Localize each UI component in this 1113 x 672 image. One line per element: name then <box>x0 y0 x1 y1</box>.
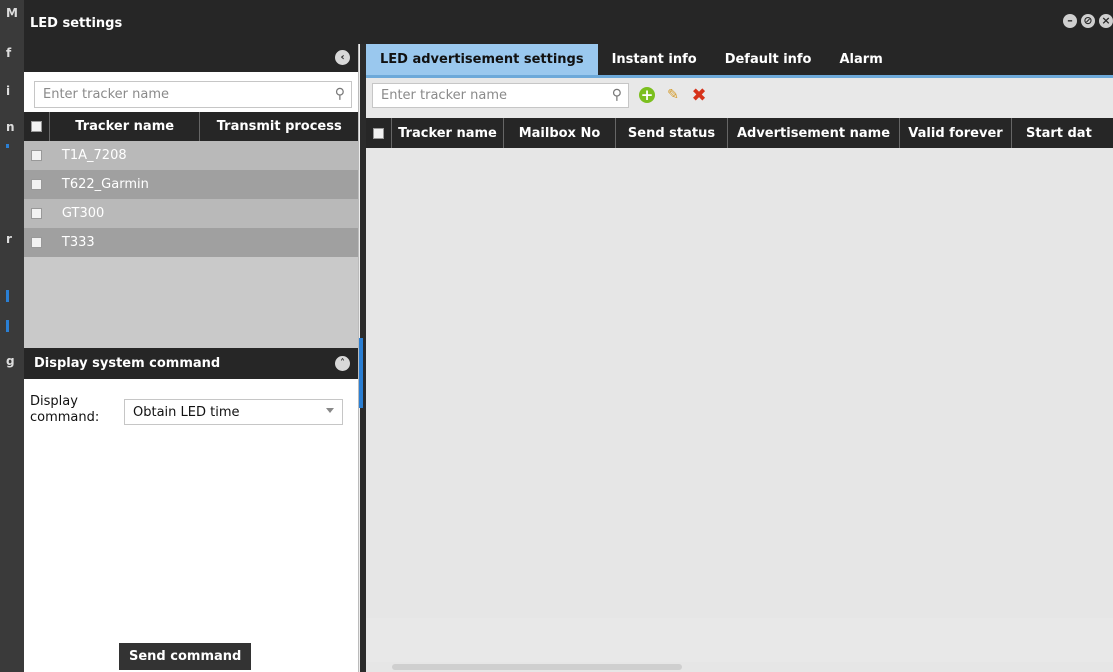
tracker-table-empty-area <box>24 257 358 348</box>
tab-instant-info[interactable]: Instant info <box>598 44 711 75</box>
table-row[interactable]: T333 <box>24 228 358 257</box>
advertisement-table-header: Tracker name Mailbox No Send status Adve… <box>366 118 1113 148</box>
display-command-label: Display command: <box>30 394 100 425</box>
row-checkbox-cell <box>24 170 50 199</box>
tracker-table-header: Tracker name Transmit process <box>24 112 358 141</box>
tab-default-info[interactable]: Default info <box>711 44 826 75</box>
display-command-value: Obtain LED time <box>133 404 240 420</box>
title-bar[interactable]: LED settings – ⊘ × <box>24 0 1113 44</box>
edit-icon[interactable]: ✎ <box>665 87 681 103</box>
dropdown-caret-icon[interactable] <box>326 408 334 413</box>
row-checkbox[interactable] <box>31 208 43 219</box>
background-letter: f <box>6 46 12 60</box>
advertisement-panel: LED advertisement settings Instant info … <box>366 44 1113 672</box>
row-checkbox[interactable] <box>31 179 43 190</box>
send-command-button[interactable]: Send command <box>119 643 252 670</box>
advertisement-search-box: ⚲ <box>372 82 629 108</box>
column-header-advertisement-name[interactable]: Advertisement name <box>728 118 900 148</box>
row-checkbox-cell <box>24 141 50 170</box>
tracker-panel: ‹ ⚲ Tracker name Transmit process T1A_72… <box>24 44 359 672</box>
tracker-name-cell: GT300 <box>61 206 105 221</box>
background-letter: r <box>6 232 12 246</box>
column-header-valid-forever[interactable]: Valid forever <box>900 118 1012 148</box>
row-checkbox-cell <box>24 199 50 228</box>
add-icon[interactable]: + <box>639 87 655 103</box>
row-checkbox[interactable] <box>31 150 43 161</box>
background-letter: M <box>6 6 18 20</box>
led-settings-window: LED settings – ⊘ × ‹ ⚲ Tracker name Tran… <box>24 0 1113 672</box>
transmit-process-cell <box>200 228 358 257</box>
background-letter: n <box>6 120 15 134</box>
window-controls: – ⊘ × <box>1063 14 1113 28</box>
search-icon[interactable]: ⚲ <box>612 87 622 103</box>
tab-led-advertisement-settings[interactable]: LED advertisement settings <box>366 44 598 75</box>
background-accent <box>6 320 9 332</box>
horizontal-scrollbar[interactable] <box>366 662 1113 672</box>
column-header-send-status[interactable]: Send status <box>616 118 728 148</box>
tracker-search-box: ⚲ <box>34 81 352 108</box>
background-letter: i <box>6 84 11 98</box>
table-row[interactable]: T622_Garmin <box>24 170 358 199</box>
tracker-name-cell: T333 <box>61 235 95 250</box>
background-app-strip: M f i n r g <box>0 0 24 672</box>
tracker-panel-header: ‹ <box>24 44 358 72</box>
row-checkbox[interactable] <box>31 237 43 248</box>
column-header-start-date[interactable]: Start dat <box>1012 118 1113 148</box>
column-header-tracker-name[interactable]: Tracker name <box>50 112 201 141</box>
select-all-checkbox[interactable] <box>30 121 42 132</box>
column-header-transmit-process[interactable]: Transmit process <box>200 112 358 141</box>
select-all-cell <box>24 112 50 141</box>
command-panel-title: Display system command <box>34 356 221 371</box>
window-title: LED settings <box>30 16 123 31</box>
collapse-left-icon[interactable]: ‹ <box>335 50 350 65</box>
background-letter: g <box>6 354 15 368</box>
delete-icon[interactable]: ✖ <box>691 85 707 106</box>
transmit-process-cell <box>200 199 358 228</box>
column-header-tracker-name[interactable]: Tracker name <box>392 118 504 148</box>
select-all-cell <box>366 118 392 148</box>
row-checkbox-cell <box>24 228 50 257</box>
command-panel-header: Display system command ˄ <box>24 348 358 379</box>
tab-bar: LED advertisement settings Instant info … <box>366 44 1113 78</box>
tracker-search-input[interactable] <box>35 82 351 107</box>
table-row[interactable]: T1A_7208 <box>24 141 358 170</box>
advertisement-table-body <box>366 148 1113 618</box>
collapse-up-icon[interactable]: ˄ <box>335 356 350 371</box>
close-icon[interactable]: × <box>1099 14 1113 28</box>
transmit-process-cell <box>200 170 358 199</box>
advertisement-search-input[interactable] <box>373 83 628 107</box>
minimize-icon[interactable]: – <box>1063 14 1077 28</box>
column-header-mailbox-no[interactable]: Mailbox No <box>504 118 616 148</box>
command-panel-body: Display command: Obtain LED time <box>24 379 358 659</box>
screen: M f i n r g LED settings – ⊘ × ‹ ⚲ <box>0 0 1113 672</box>
scrollbar-thumb[interactable] <box>392 664 682 670</box>
transmit-process-cell <box>200 141 358 170</box>
background-accent <box>6 290 9 302</box>
background-accent <box>6 144 9 148</box>
toolbar: ⚲ + ✎ ✖ <box>366 80 1113 110</box>
display-command-select[interactable]: Obtain LED time <box>124 399 343 425</box>
panel-splitter-handle[interactable] <box>359 338 363 408</box>
tab-alarm[interactable]: Alarm <box>826 44 897 75</box>
search-icon[interactable]: ⚲ <box>335 86 345 102</box>
select-all-checkbox[interactable] <box>373 127 384 139</box>
restore-icon[interactable]: ⊘ <box>1081 14 1095 28</box>
tracker-name-cell: T622_Garmin <box>61 177 149 192</box>
tracker-name-cell: T1A_7208 <box>61 148 127 163</box>
table-row[interactable]: GT300 <box>24 199 358 228</box>
